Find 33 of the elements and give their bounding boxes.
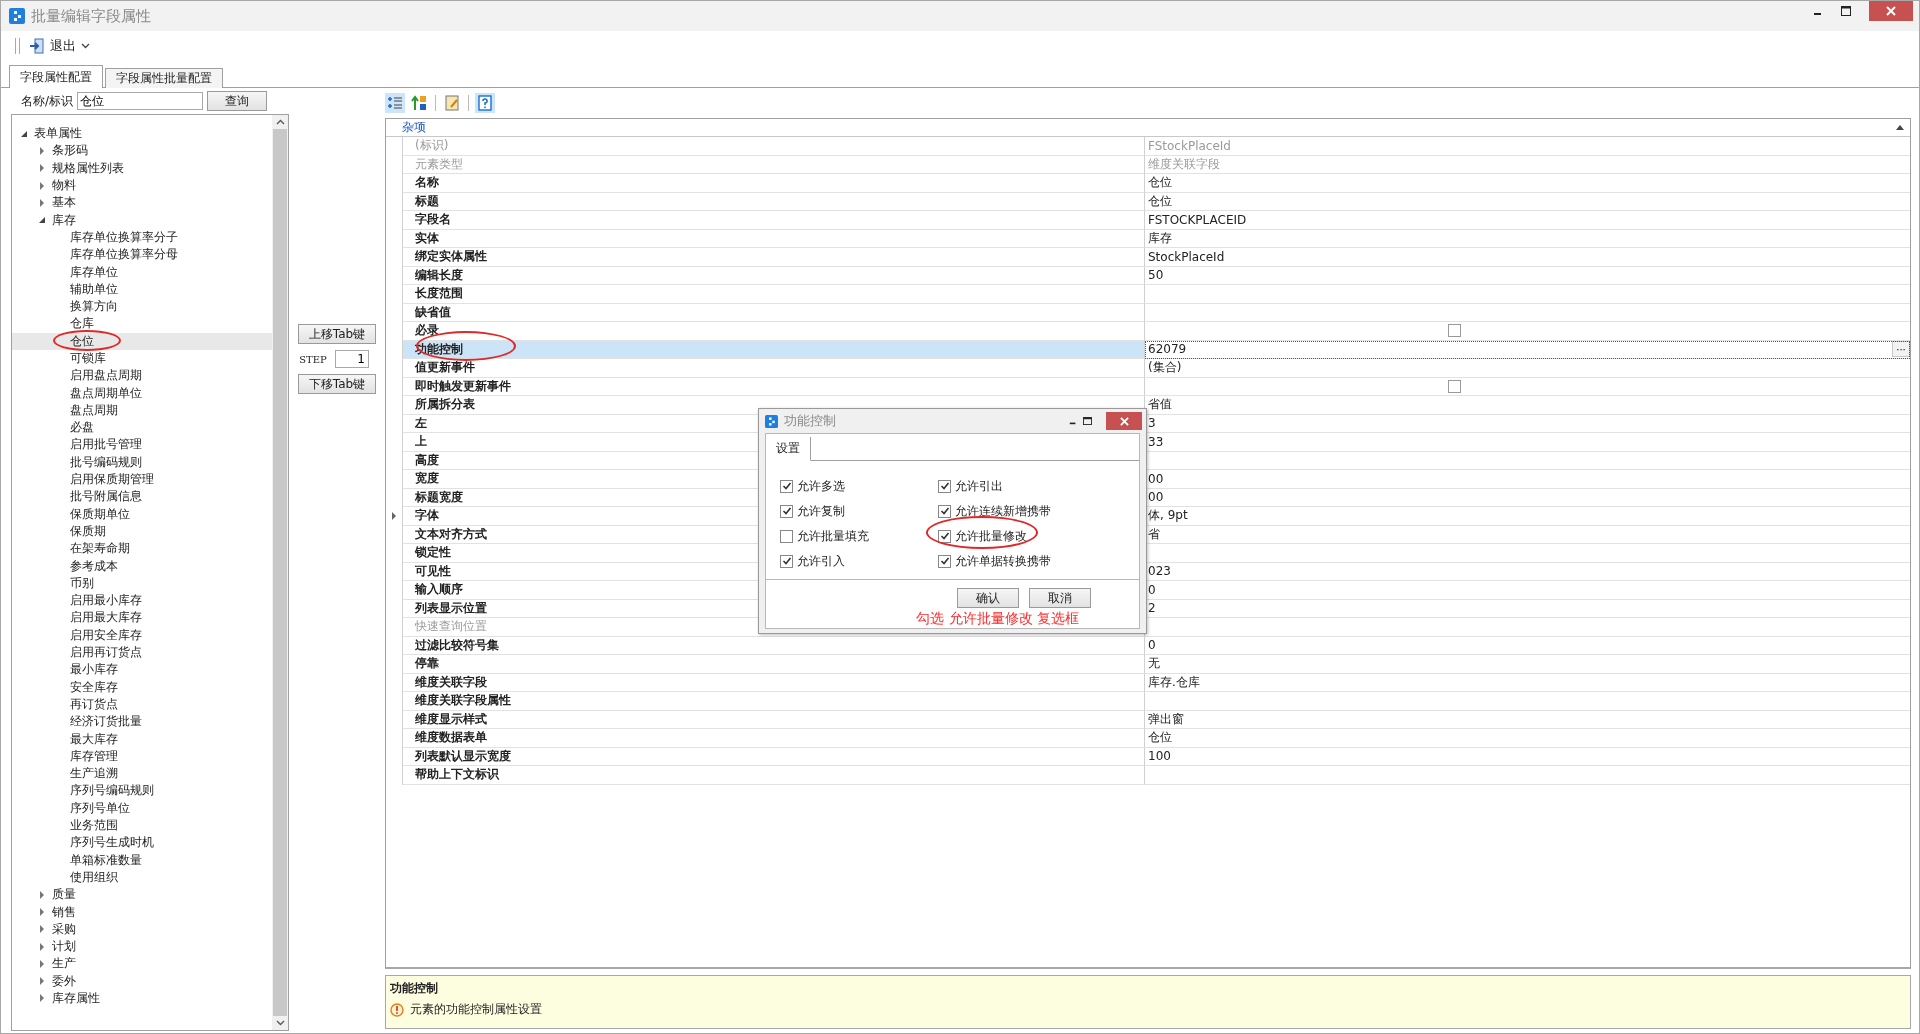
dialog-title: 功能控制 bbox=[784, 412, 836, 430]
property-value: 00 bbox=[1148, 490, 1164, 505]
window-title: 批量编辑字段属性 bbox=[31, 6, 151, 26]
property-value: 3 bbox=[1148, 416, 1156, 431]
property-value: 体, 9pt bbox=[1148, 507, 1188, 525]
property-value: 弹出窗 bbox=[1148, 710, 1184, 728]
property-value: 50 bbox=[1148, 268, 1164, 283]
property-value: 维度关联字段 bbox=[1148, 155, 1220, 173]
property-value: 仓位 bbox=[1148, 174, 1172, 192]
property-value: 无 bbox=[1148, 655, 1160, 673]
property-value: (集合) bbox=[1148, 359, 1182, 377]
property-value: 0 bbox=[1148, 638, 1156, 653]
property-value: 100 bbox=[1148, 749, 1171, 764]
property-value: 库存 bbox=[1148, 229, 1172, 247]
property-value: FStockPlaceId bbox=[1148, 138, 1231, 153]
property-value: StockPlaceId bbox=[1148, 249, 1225, 264]
help-description: 元素的功能控制属性设置 bbox=[410, 1001, 542, 1018]
property-value: 省 bbox=[1148, 525, 1160, 543]
property-value: 62079 bbox=[1148, 342, 1187, 357]
property-value: 0 bbox=[1148, 582, 1156, 597]
step-label: STEP bbox=[299, 353, 327, 365]
property-value: 仓位 bbox=[1148, 192, 1172, 210]
property-value: 库存.仓库 bbox=[1148, 673, 1200, 691]
property-value: FSTOCKPLACEID bbox=[1148, 212, 1247, 227]
annotation-text: 勾选 允许批量修改 复选框 bbox=[916, 610, 1079, 628]
help-title: 功能控制 bbox=[390, 980, 439, 997]
search-label: 名称/标识 bbox=[21, 92, 74, 110]
property-value: 00 bbox=[1148, 471, 1164, 486]
property-value: 023 bbox=[1148, 564, 1171, 579]
property-value: 2 bbox=[1148, 601, 1156, 616]
property-value: 33 bbox=[1148, 434, 1164, 449]
property-value: 省值 bbox=[1148, 396, 1172, 414]
property-value: 仓位 bbox=[1148, 729, 1172, 747]
